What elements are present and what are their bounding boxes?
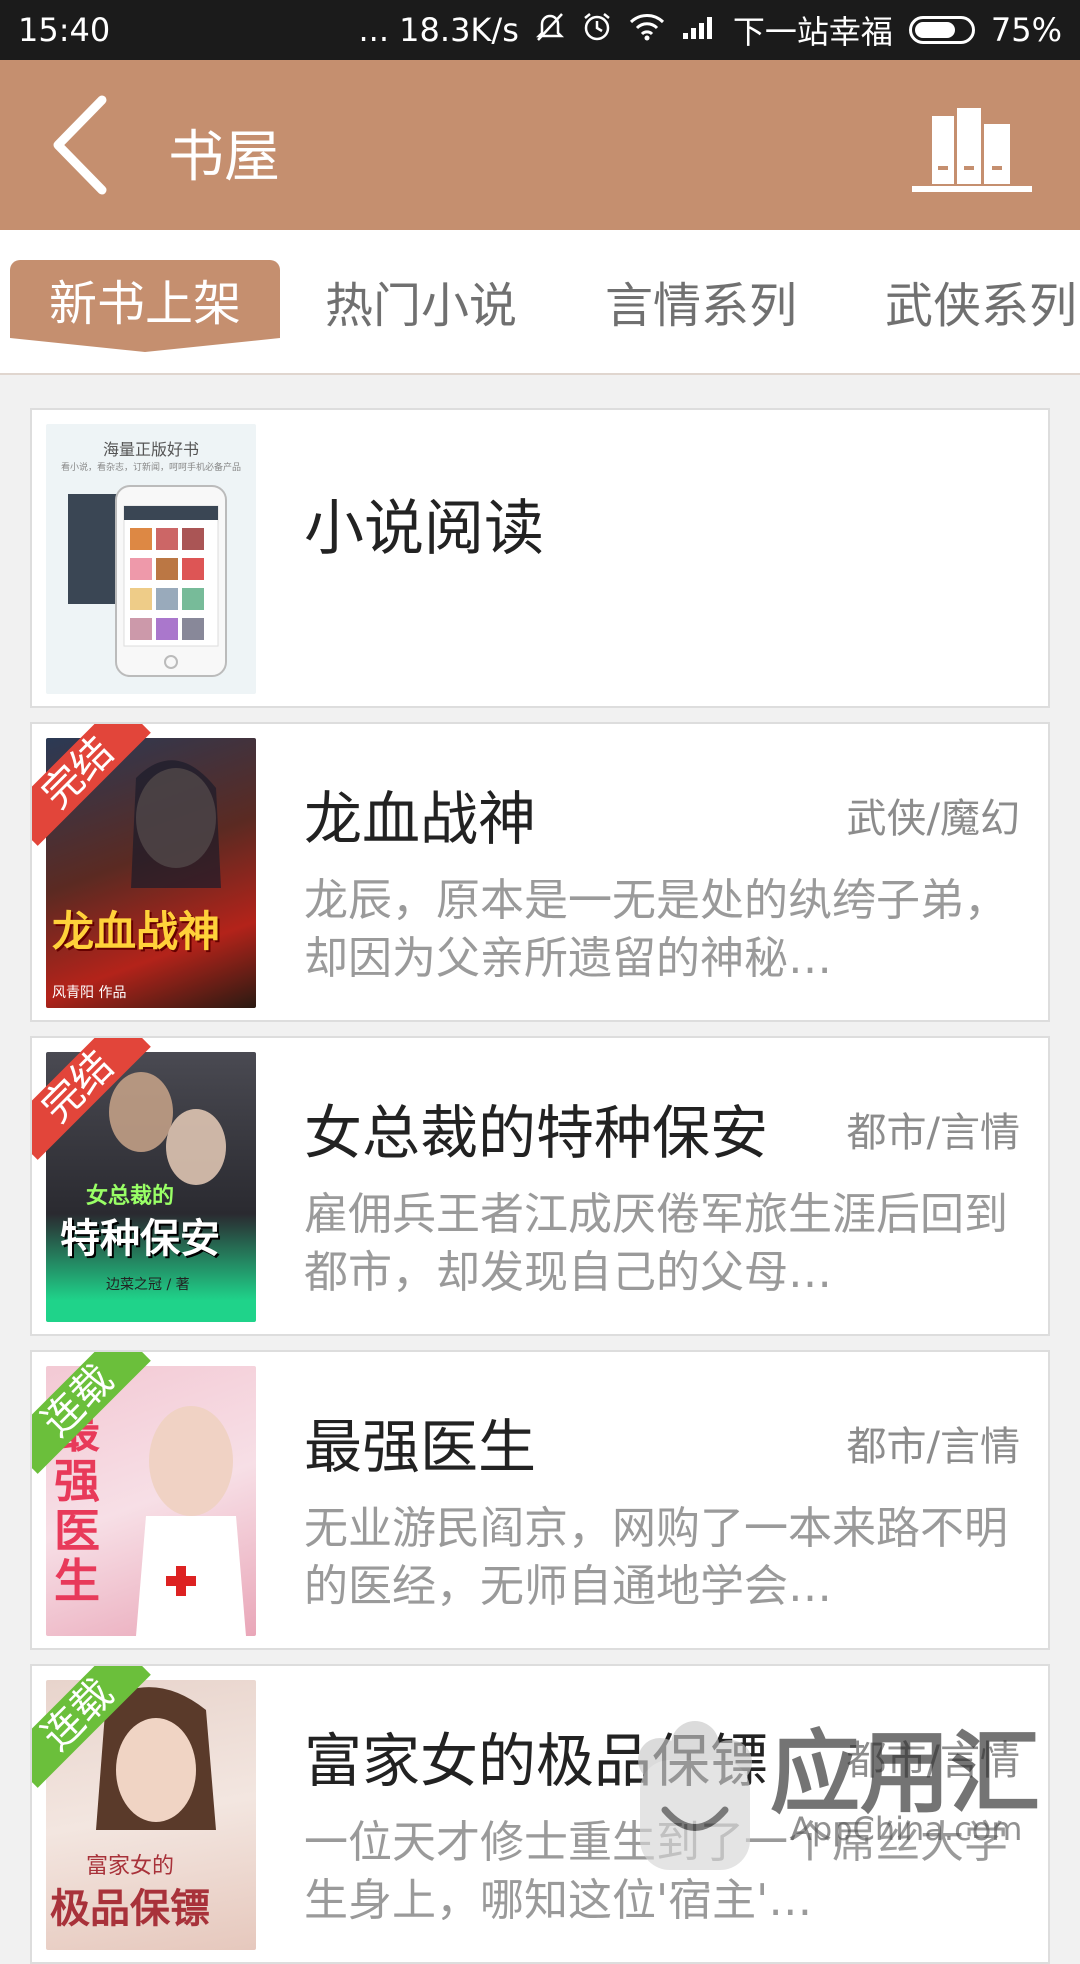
category-tabs: 新书上架 热门小说 言情系列 武侠系列 (0, 230, 1080, 375)
alarm-icon (581, 11, 613, 49)
tab-martial-arts[interactable]: 武侠系列 (885, 266, 1077, 336)
carrier-name: 下一站幸福 (732, 13, 893, 51)
cover-author: 边菜之冠 / 著 (106, 1277, 190, 1293)
book-title: 最强医生 (304, 1413, 537, 1481)
book-card[interactable]: 龙血战神 风青阳 作品 完结 龙血战神 武侠/魔幻 龙辰，原本是一无是处的纨绔子… (30, 722, 1050, 1022)
cover-title-art: 龙血战神 (52, 907, 221, 956)
status-bar: 15:40 ... 18.3K/s 下一站幸福 75% (0, 0, 1080, 60)
book-title: 女总裁的特种保安 (304, 1099, 769, 1167)
book-description: 无业游民阎京，网购了一本来路不明的医经，无师自通地学会… (304, 1503, 1008, 1612)
cover-author: 风青阳 作品 (52, 985, 127, 1001)
chevron-left-icon (53, 95, 107, 195)
tab-hot-novels[interactable]: 热门小说 (325, 266, 517, 336)
app-header: 书屋 (0, 60, 1080, 230)
status-time: 15:40 (18, 11, 111, 49)
cover-title-art: 极品保镖 (50, 1885, 210, 1932)
mute-bell-icon (535, 11, 565, 49)
appchina-logo-icon (638, 1721, 752, 1870)
page-title: 书屋 (168, 125, 280, 190)
book-genre: 都市/言情 (846, 1424, 1020, 1470)
wifi-icon (629, 13, 665, 47)
book-card[interactable]: 最强医生 连载 最强医生 都市/言情 无业游民阎京，网购了一本来路不明的医经，无… (30, 1350, 1050, 1650)
ad-title: 小说阅读 (304, 494, 544, 564)
tab-new-books[interactable]: 新书上架 (10, 260, 280, 352)
battery-percent: 75% (990, 11, 1062, 49)
watermark-url: AppChina.com (790, 1810, 1023, 1848)
ad-cover-image: 海量正版好书 看小说，看杂志，订新闻，呵呵手机必备产品 (46, 424, 256, 694)
battery-icon (908, 16, 975, 44)
bookshelf-icon (912, 108, 1032, 192)
appchina-watermark: 应用汇 AppChina.com (610, 1690, 1070, 1890)
cover-title-art: 特种保安 (60, 1216, 220, 1262)
phone-illustration (68, 485, 227, 677)
tab-romance[interactable]: 言情系列 (605, 266, 797, 336)
book-description: 龙辰，原本是一无是处的纨绔子弟，却因为父亲所遗留的神秘… (304, 875, 1008, 984)
book-card[interactable]: 女总裁的 特种保安 边菜之冠 / 著 完结 女总裁的特种保安 都市/言情 雇佣兵… (30, 1036, 1050, 1336)
book-genre: 都市/言情 (846, 1110, 1020, 1156)
back-button[interactable] (40, 90, 140, 200)
book-title: 龙血战神 (304, 785, 537, 853)
ad-card[interactable]: 海量正版好书 看小说，看杂志，订新闻，呵呵手机必备产品 小说阅读 (30, 408, 1050, 708)
net-speed: ... 18.3K/s (358, 11, 519, 49)
book-genre: 武侠/魔幻 (846, 796, 1020, 842)
signal-icon (681, 13, 717, 47)
bookshelf-button[interactable] (912, 96, 1032, 196)
book-description: 雇佣兵王者江成厌倦军旅生涯后回到都市，却发现自己的父母… (304, 1189, 1008, 1298)
